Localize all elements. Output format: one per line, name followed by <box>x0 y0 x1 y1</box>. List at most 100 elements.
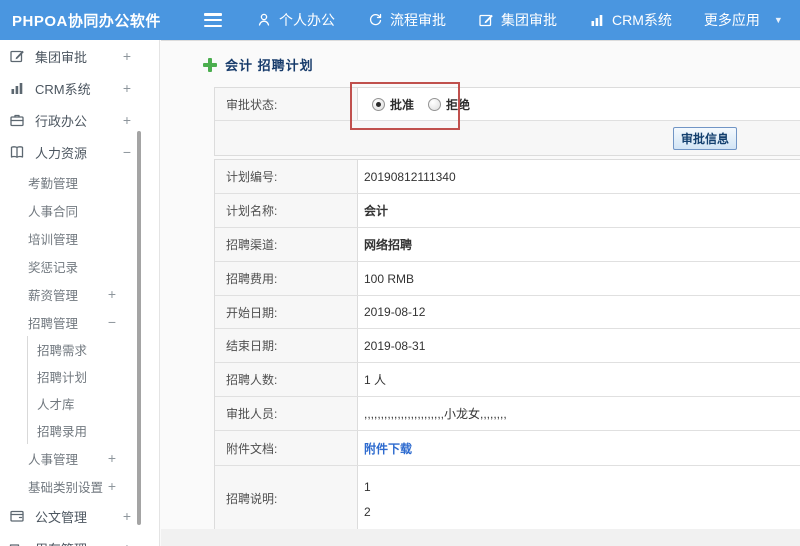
field-value-text: 2019-08-12 <box>364 305 426 319</box>
main-content: 会计 招聘计划 审批状态: 批准 拒绝 审批信息 计划编号: 20190812111… <box>161 40 800 546</box>
sidebar-item-基础类别设置[interactable]: 基础类别设置 + <box>0 472 159 500</box>
field-label: 招聘费用: <box>215 262 358 295</box>
field-value: 100 RMB <box>358 262 800 295</box>
expand-toggle-icon[interactable]: − <box>123 144 131 160</box>
field-value: 附件下载 <box>358 431 800 465</box>
nav-item-label: CRM系统 <box>612 12 672 28</box>
field-value: 2019-08-31 <box>358 329 800 362</box>
expand-toggle-icon[interactable]: + <box>108 450 116 466</box>
sidebar: 集团审批 + CRM系统 + 行政办公 + 人力资源 − 考勤管理人事合同培训管理奖惩记录 薪资管… <box>0 40 160 546</box>
content-footer-strip <box>161 529 800 546</box>
sidebar-item-公文管理[interactable]: 公文管理 + <box>0 500 159 532</box>
sidebar-item-label: 培训管理 <box>28 232 79 247</box>
expand-toggle-icon[interactable]: + <box>108 478 116 494</box>
plus-icon <box>203 57 217 72</box>
nav-item-label: 个人办公 <box>279 12 335 28</box>
user-icon <box>256 12 272 28</box>
expand-toggle-icon[interactable]: + <box>108 286 116 302</box>
approval-form: 审批状态: 批准 拒绝 审批信息 <box>214 87 800 156</box>
nav-item-集团审批[interactable]: 集团审批 <box>462 0 573 40</box>
field-value: 网络招聘 <box>358 228 800 261</box>
detail-row: 开始日期: 2019-08-12 <box>215 295 800 328</box>
approval-status-label: 审批状态: <box>215 88 358 120</box>
field-label: 计划编号: <box>215 160 358 193</box>
bar-chart-icon <box>589 12 605 28</box>
sidebar-item-用车管理[interactable]: 用车管理 + <box>0 532 159 546</box>
sidebar-item-label: CRM系统 <box>35 81 91 97</box>
top-navigation-bar: PHPOA协同办公软件 个人办公 流程审批 集团审批 CRM系统 更多应用 ▼ <box>0 0 800 40</box>
attachment-download-link[interactable]: 附件下载 <box>364 440 412 457</box>
sidebar-item-招聘管理[interactable]: 招聘管理 − <box>0 308 159 336</box>
briefcase-icon <box>9 112 26 128</box>
field-value-text: 网络招聘 <box>364 238 413 252</box>
app-logo: PHPOA协同办公软件 <box>12 12 161 30</box>
expand-toggle-icon[interactable]: + <box>123 540 131 546</box>
sidebar-item-label: 集团审批 <box>35 49 88 65</box>
edit-square-icon <box>478 12 494 28</box>
field-value: 12 <box>358 466 800 530</box>
approval-status-row: 审批状态: 批准 拒绝 <box>215 88 800 120</box>
sidebar-item-label: 人事合同 <box>28 204 79 219</box>
field-value-text: ,,,,,,,,,,,,,,,,,,,,,,,,小龙女,,,,,,,, <box>364 407 507 421</box>
page-title: 会计 招聘计划 <box>203 55 314 74</box>
field-label: 审批人员: <box>215 397 358 430</box>
menu-toggle-button[interactable] <box>204 13 222 27</box>
radio-拒绝[interactable] <box>428 97 442 111</box>
detail-row: 附件文档: 附件下载 <box>215 430 800 465</box>
caret-down-icon: ▼ <box>773 15 783 25</box>
sidebar-item-人事管理[interactable]: 人事管理 + <box>0 444 159 472</box>
approval-info-button[interactable]: 审批信息 <box>673 127 737 150</box>
bar-chart-icon <box>9 80 26 96</box>
field-value-line: 2 <box>364 505 371 519</box>
field-value: 2019-08-12 <box>358 296 800 328</box>
expand-toggle-icon[interactable]: + <box>123 112 131 128</box>
expand-toggle-icon[interactable]: − <box>108 314 116 330</box>
nav-item-label: 集团审批 <box>501 12 557 28</box>
nav-item-个人办公[interactable]: 个人办公 <box>240 0 351 40</box>
nav-item-label: 流程审批 <box>390 12 446 28</box>
sidebar-item-CRM系统[interactable]: CRM系统 + <box>0 72 159 104</box>
nav-item-CRM系统[interactable]: CRM系统 <box>573 0 688 40</box>
field-label: 招聘人数: <box>215 363 358 396</box>
nav-item-label: 更多应用 <box>703 12 760 28</box>
sidebar-item-label: 招聘录用 <box>37 425 88 439</box>
detail-row: 计划名称: 会计 <box>215 193 800 227</box>
radio-批准-selected[interactable] <box>372 97 385 111</box>
sidebar-item-label: 公文管理 <box>35 509 88 525</box>
edit-square-icon <box>9 48 26 64</box>
sidebar-item-label: 行政办公 <box>35 113 88 129</box>
nav-item-流程审批[interactable]: 流程审批 <box>351 0 462 40</box>
detail-row: 审批人员: ,,,,,,,,,,,,,,,,,,,,,,,,小龙女,,,,,,,, <box>215 396 800 430</box>
phpoa-app-window: PHPOA协同办公软件 个人办公 流程审批 集团审批 CRM系统 更多应用 ▼ 集团审批 +… <box>0 0 800 546</box>
expand-toggle-icon[interactable]: + <box>123 80 131 96</box>
sidebar-item-行政办公[interactable]: 行政办公 + <box>0 104 159 136</box>
process-icon <box>367 12 383 28</box>
sidebar-item-集团审批[interactable]: 集团审批 + <box>0 40 159 72</box>
sidebar-scrollbar[interactable] <box>137 131 141 525</box>
sidebar-item-label: 基础类别设置 <box>28 480 104 495</box>
expand-toggle-icon[interactable]: + <box>123 508 131 524</box>
sidebar-item-培训管理[interactable]: 培训管理 <box>0 224 159 252</box>
field-label: 招聘渠道: <box>215 228 358 261</box>
top-nav-menu: 个人办公 流程审批 集团审批 CRM系统 更多应用 ▼ <box>240 0 799 40</box>
expand-toggle-icon[interactable]: + <box>123 48 131 64</box>
nav-item-更多应用[interactable]: 更多应用 ▼ <box>688 0 799 40</box>
field-label: 附件文档: <box>215 431 358 465</box>
approval-status-value: 批准 拒绝 <box>358 88 800 120</box>
sidebar-item-考勤管理[interactable]: 考勤管理 <box>0 168 159 196</box>
radio-label: 批准 <box>390 97 415 112</box>
field-label: 招聘说明: <box>215 466 358 530</box>
sidebar-item-人力资源[interactable]: 人力资源 − <box>0 136 159 168</box>
sidebar-item-奖惩记录[interactable]: 奖惩记录 <box>0 252 159 280</box>
sidebar-item-label: 用车管理 <box>35 539 87 546</box>
sidebar-item-薪资管理[interactable]: 薪资管理 + <box>0 280 159 308</box>
field-value-text: 1 人 <box>364 373 387 387</box>
sidebar-item-label: 招聘计划 <box>37 371 88 385</box>
detail-row: 招聘人数: 1 人 <box>215 362 800 396</box>
radio-label: 拒绝 <box>446 97 471 112</box>
detail-row: 招聘费用: 100 RMB <box>215 261 800 295</box>
field-value-text: 100 RMB <box>364 271 415 286</box>
book-icon <box>9 144 26 160</box>
sidebar-item-人事合同[interactable]: 人事合同 <box>0 196 159 224</box>
detail-row: 计划编号: 20190812111340 <box>215 160 800 193</box>
